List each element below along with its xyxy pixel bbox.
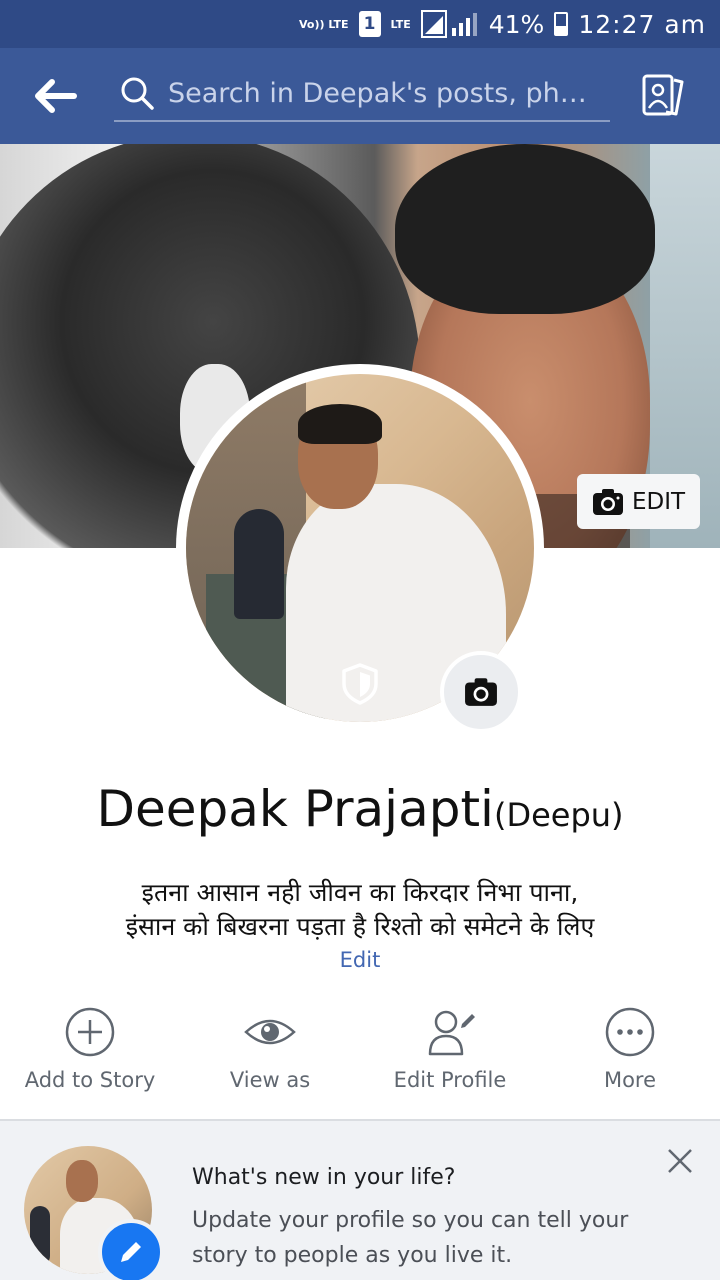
pencil-icon (121, 1239, 144, 1262)
eye-icon (244, 1019, 296, 1045)
view-as-label: View as (229, 1068, 311, 1092)
battery-percent: 41% (488, 9, 545, 39)
more-label: More (603, 1068, 657, 1092)
edit-cover-label: EDIT (631, 488, 686, 515)
edit-profile-button[interactable]: Edit Profile (360, 1004, 540, 1119)
clock: 12:27 am (578, 9, 706, 39)
profile-guard-shield-icon (342, 663, 378, 705)
profile-full-name: Deepak Prajapti (96, 780, 494, 838)
more-button[interactable]: More (540, 1004, 720, 1119)
camera-icon (465, 678, 497, 706)
bio-line-2: इंसान को बिखरना पड़ता है रिश्तो को समेटन… (125, 912, 595, 941)
pencil-button[interactable] (98, 1219, 164, 1280)
add-to-story-button[interactable]: Add to Story (0, 1004, 180, 1119)
add-to-story-label: Add to Story (24, 1068, 156, 1092)
close-icon[interactable] (664, 1145, 696, 1177)
profile-photos-icon[interactable] (640, 72, 686, 118)
camera-icon (592, 488, 623, 515)
search-icon (121, 77, 154, 110)
edit-cover-button[interactable]: EDIT (577, 474, 700, 529)
profile-nickname: (Deepu) (493, 796, 624, 834)
add-circle-icon (65, 1007, 115, 1057)
search-input[interactable]: Search in Deepak's posts, phot... (114, 66, 610, 122)
status-bar: Vo)) LTE 1 LTE 41% 12:27 am (0, 0, 720, 48)
edit-bio-link[interactable]: Edit (0, 948, 720, 972)
edit-profile-label: Edit Profile (393, 1068, 507, 1092)
update-profile-prompt[interactable]: What's new in your life? Update your pro… (0, 1121, 720, 1280)
back-arrow-icon[interactable] (30, 76, 80, 116)
app-bar: Search in Deepak's posts, phot... (0, 48, 720, 144)
view-as-button[interactable]: View as (180, 1004, 360, 1119)
prompt-title: What's new in your life? (192, 1165, 456, 1190)
network-type: LTE (390, 17, 411, 31)
signal-icon (420, 10, 477, 38)
profile-bio: इतना आसान नही जीवन का किरदार निभा पाना, … (40, 876, 680, 944)
prompt-body: Update your profile so you can tell your… (192, 1208, 629, 1268)
more-dots-icon (605, 1007, 655, 1057)
volte-indicator: Vo)) LTE (298, 17, 349, 31)
change-profile-picture-button[interactable] (440, 651, 522, 733)
bio-line-1: इतना आसान नही जीवन का किरदार निभा पाना, (141, 878, 579, 907)
battery-icon (554, 12, 569, 36)
sim-indicator: 1 (358, 11, 381, 37)
profile-name: Deepak Prajapti(Deepu) (0, 780, 720, 838)
search-placeholder: Search in Deepak's posts, phot... (168, 77, 598, 109)
edit-profile-icon (428, 1010, 475, 1056)
profile-actions: Add to Story View as Edit Profile More (0, 1004, 720, 1119)
